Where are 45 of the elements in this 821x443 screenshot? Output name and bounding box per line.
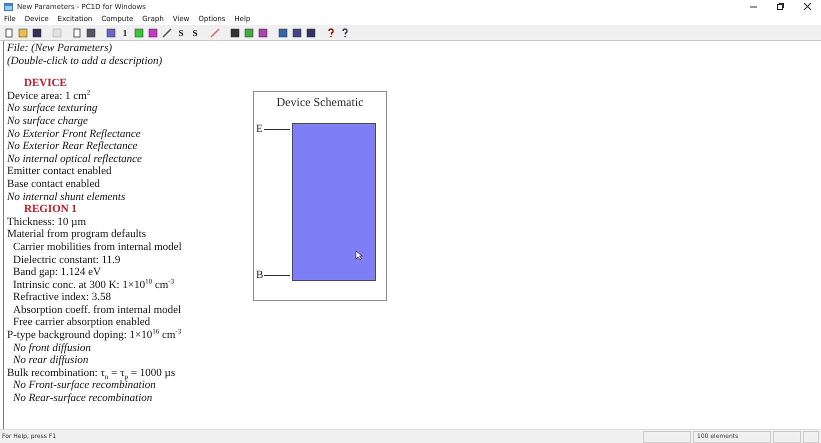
parameter-line: Absorption coeff. from internal model — [12, 304, 182, 316]
parameter-line: Bulk recombination: τ$_{n}$ = τ$_{p}$ = 1000 µs — [7, 366, 176, 380]
parameter-line: No Front-surface recombination — [12, 379, 157, 392]
parameter-line: Device area: 1 cm$^{2}$ — [7, 90, 92, 102]
close-icon[interactable] — [804, 3, 811, 10]
app-icon — [4, 2, 13, 10]
section-heading: DEVICE — [23, 77, 68, 90]
toolbar-button[interactable]: S — [189, 26, 201, 38]
page-icon — [72, 28, 82, 38]
parameter-line: No surface charge — [7, 114, 89, 128]
parameter-line: P-type background doping: 1×10$^{16}$ cm$^{-3}$ — [7, 329, 182, 342]
parameter-line: Carrier mobilities from internal model — [12, 240, 183, 254]
parameter-line: No Exterior Rear Reflectance — [7, 140, 138, 153]
terminal-label: E — [256, 123, 263, 135]
parameter-line: Dielectric constant: 11.9 — [12, 254, 122, 266]
new-file-icon — [4, 28, 14, 38]
file-name: File: (New Parameters) — [7, 42, 114, 55]
help-cursor-icon — [340, 28, 350, 38]
parameter-line: No internal shunt elements — [7, 190, 126, 204]
parameter-line: Band gap: 1.124 eV — [12, 266, 102, 279]
terminal-label: B — [256, 269, 264, 281]
status-pane — [643, 430, 691, 442]
parameter-line: Free carrier absorption enabled — [12, 316, 152, 330]
parameter-line: No surface texturing — [7, 102, 98, 115]
parameter-line: No internal optical reflectance — [7, 152, 143, 166]
parameter-line: No front diffusion — [12, 342, 92, 354]
parameter-line: Intrinsic conc. at 300 K: 1×10$^{10}$ cm$^{-3}$ — [12, 278, 176, 292]
schematic-title: Device Schematic — [276, 95, 364, 110]
section-heading: REGION 1 — [23, 203, 78, 216]
parameter-line: Material from program defaults — [7, 228, 147, 241]
help-icon — [326, 28, 336, 38]
parameter-line: No Exterior Front Reflectance — [7, 128, 142, 140]
cursor-icon — [355, 250, 363, 260]
parameter-line: Emitter contact enabled — [7, 165, 112, 178]
parameter-line: No Rear-surface recombination — [12, 392, 154, 405]
toolbar-button[interactable]: S — [175, 26, 187, 38]
parameter-line: No rear diffusion — [12, 354, 90, 367]
status-pane — [803, 430, 819, 442]
parameter-line: Base contact enabled — [7, 178, 101, 191]
maximize-icon[interactable] — [777, 3, 784, 10]
status-pane — [773, 430, 801, 442]
parameter-line: Thickness: 10 µm — [7, 216, 88, 228]
toolbar-button[interactable]: 1 — [119, 26, 131, 38]
description-hint[interactable]: (Double-click to add a description) — [7, 54, 253, 68]
parameter-line: Refractive index: 3.58 — [12, 291, 112, 304]
